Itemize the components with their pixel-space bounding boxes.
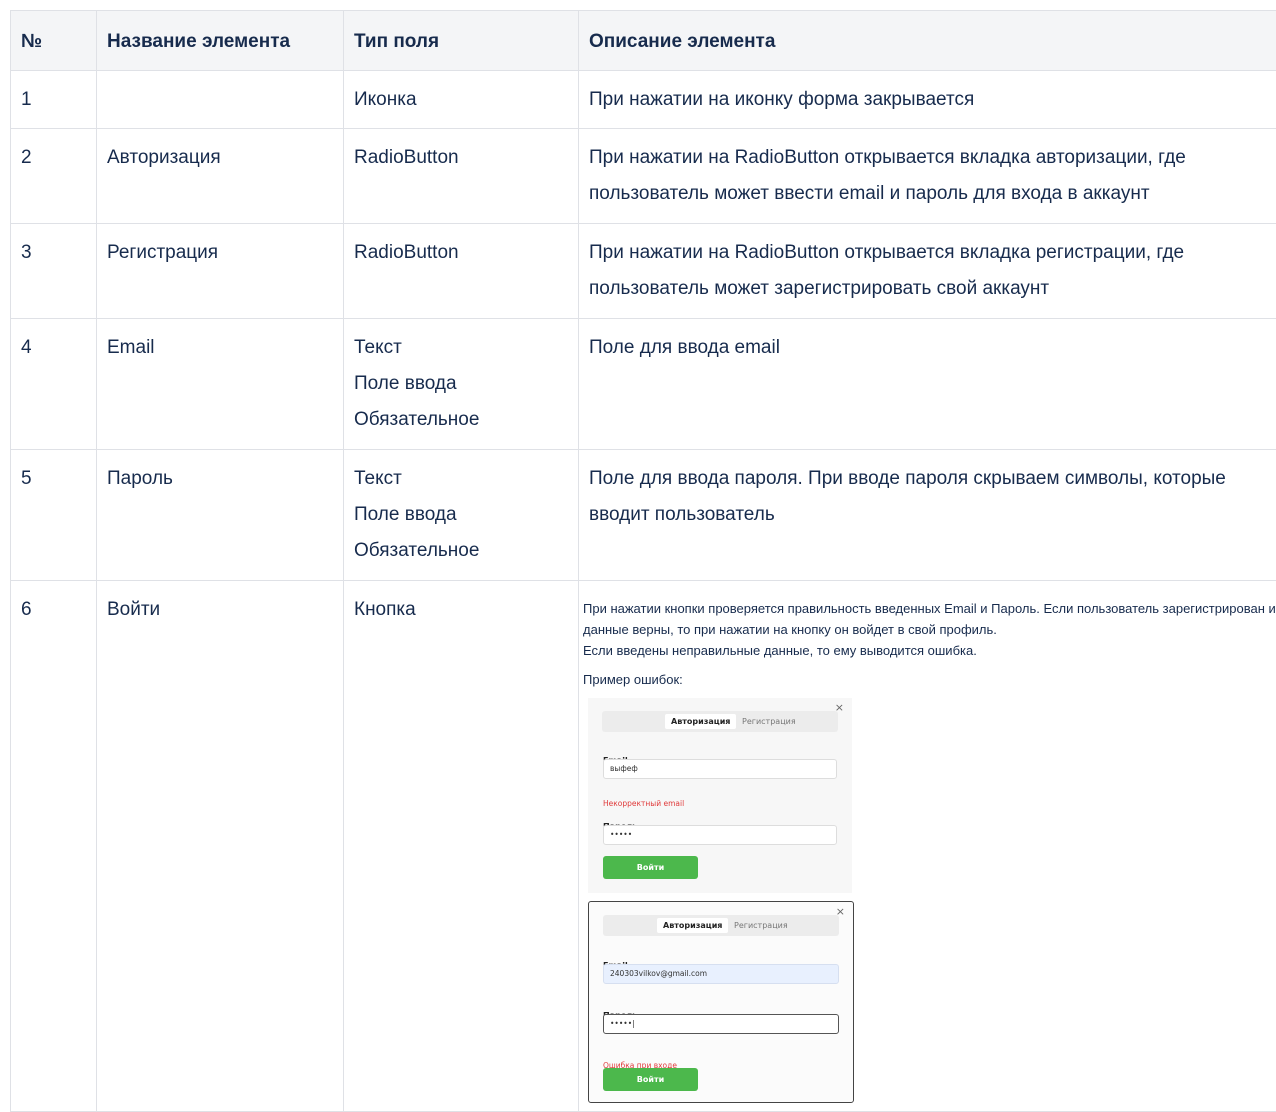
cell-type: RadioButton <box>343 128 579 224</box>
cell-description: При нажатии на иконку форма закрывается <box>578 70 1276 129</box>
header-type: Тип поля <box>343 10 579 71</box>
cell-name <box>96 70 344 129</box>
cell-type: Текст Поле ввода Обязательное <box>343 318 579 450</box>
cell-description: При нажатии на RadioButton открывается в… <box>578 128 1276 224</box>
header-description: Описание элемента <box>578 10 1276 71</box>
spec-table: № Название элемента Тип поля Описание эл… <box>10 10 1276 1112</box>
table-row: 5 Пароль Текст Поле ввода Обязательное П… <box>10 449 1276 581</box>
cell-type: Кнопка <box>343 580 579 1112</box>
error-example-screenshot-2: × Авторизация Регистрация Email 240303vi… <box>588 901 854 1103</box>
type-line: Текст <box>354 468 402 489</box>
cell-description: При нажатии кнопки проверяется правильно… <box>578 580 1276 1112</box>
type-line: Поле ввода <box>354 504 457 525</box>
cell-num: 2 <box>10 128 97 224</box>
cell-num: 4 <box>10 318 97 450</box>
table-row: 1 Иконка При нажатии на иконку форма зак… <box>10 70 1276 129</box>
cell-type: Текст Поле ввода Обязательное <box>343 449 579 581</box>
cell-description: Поле для ввода email <box>578 318 1276 450</box>
cell-name: Email <box>96 318 344 450</box>
cell-name: Войти <box>96 580 344 1112</box>
table-row: 4 Email Текст Поле ввода Обязательное По… <box>10 318 1276 450</box>
auth-tabs: Авторизация Регистрация <box>603 915 839 936</box>
type-line: Кнопка <box>354 599 416 620</box>
cell-num: 6 <box>10 580 97 1112</box>
login-button: Войти <box>603 856 698 879</box>
tab-login: Авторизация <box>665 714 737 729</box>
cell-name: Пароль <box>96 449 344 581</box>
error-example-screenshot-1: × Авторизация Регистрация Email выфеф Не… <box>588 698 852 893</box>
cell-name: Авторизация <box>96 128 344 224</box>
cell-num: 1 <box>10 70 97 129</box>
tab-register: Регистрация <box>742 717 796 726</box>
examples-label: Пример ошибок: <box>583 672 683 687</box>
header-name: Название элемента <box>96 10 344 71</box>
type-line: Иконка <box>354 89 417 110</box>
table-header-row: № Название элемента Тип поля Описание эл… <box>10 10 1276 71</box>
table-row: 6 Войти Кнопка При нажатии кнопки провер… <box>10 580 1276 1112</box>
cell-type: Иконка <box>343 70 579 129</box>
cell-name: Регистрация <box>96 223 344 319</box>
login-description: При нажатии кнопки проверяется правильно… <box>583 592 1276 690</box>
cell-description: Поле для ввода пароля. При вводе пароля … <box>578 449 1276 581</box>
auth-tabs: Авторизация Регистрация <box>602 711 838 732</box>
type-line: Поле ввода <box>354 373 457 394</box>
type-line: Обязательное <box>354 409 480 430</box>
type-line: Текст <box>354 337 402 358</box>
password-field: ••••• <box>603 825 837 845</box>
description-paragraph: При нажатии кнопки проверяется правильно… <box>583 601 1276 637</box>
login-button: Войти <box>603 1068 698 1091</box>
table-row: 2 Авторизация RadioButton При нажатии на… <box>10 128 1276 224</box>
cell-type: RadioButton <box>343 223 579 319</box>
type-line: RadioButton <box>354 147 459 168</box>
password-field: •••••| <box>603 1014 839 1034</box>
document-page: № Название элемента Тип поля Описание эл… <box>0 0 1276 1112</box>
description-paragraph: Если введены неправильные данные, то ему… <box>583 643 977 658</box>
cell-num: 5 <box>10 449 97 581</box>
email-field: 240303vilkov@gmail.com <box>603 964 839 984</box>
cell-num: 3 <box>10 223 97 319</box>
type-line: RadioButton <box>354 242 459 263</box>
type-line: Обязательное <box>354 540 480 561</box>
email-field: выфеф <box>603 759 837 779</box>
tab-login: Авторизация <box>657 918 729 933</box>
tab-register: Регистрация <box>734 921 788 930</box>
table-row: 3 Регистрация RadioButton При нажатии на… <box>10 223 1276 319</box>
cell-description: При нажатии на RadioButton открывается в… <box>578 223 1276 319</box>
header-num: № <box>10 10 97 71</box>
